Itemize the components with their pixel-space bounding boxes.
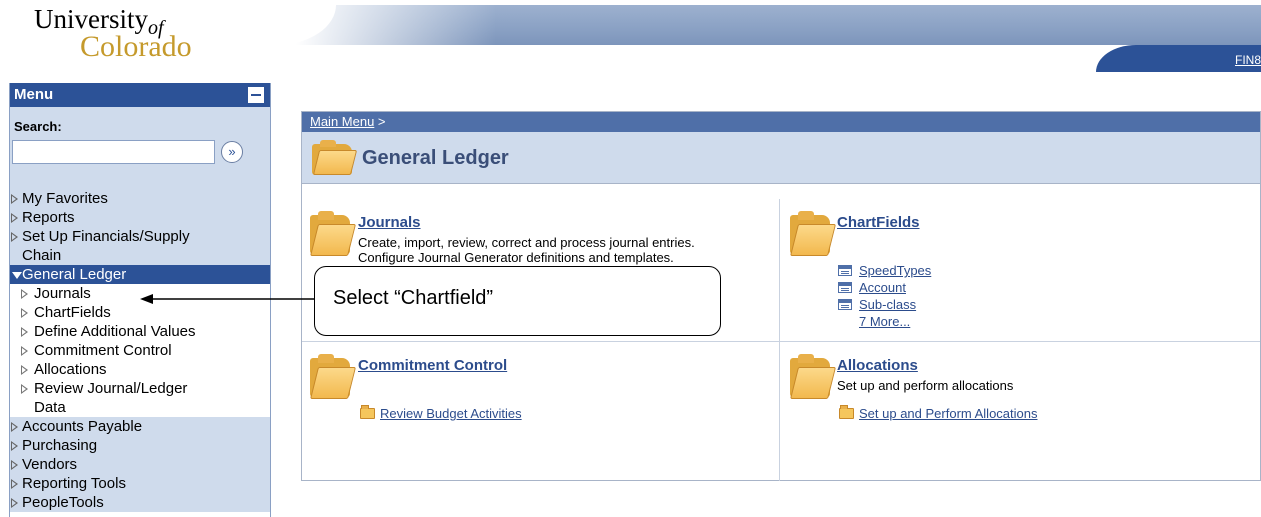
folder-icon bbox=[789, 211, 836, 257]
expand-icon bbox=[11, 213, 18, 223]
menu-header: Menu bbox=[10, 83, 270, 107]
expand-icon bbox=[11, 194, 18, 204]
expand-icon bbox=[11, 460, 18, 470]
expand-icon bbox=[11, 479, 18, 489]
account-link[interactable]: Account bbox=[859, 280, 906, 295]
chartfields-link[interactable]: ChartFields bbox=[837, 214, 920, 231]
menu-title: Menu bbox=[14, 86, 54, 103]
expand-icon bbox=[11, 422, 18, 432]
expand-icon bbox=[21, 327, 28, 337]
university-logo[interactable]: Universityof Colorado bbox=[8, 2, 258, 76]
search-go-icon[interactable]: » bbox=[221, 141, 243, 163]
breadcrumb-main-menu[interactable]: Main Menu bbox=[310, 114, 374, 129]
menu-search: Search: » bbox=[10, 107, 270, 189]
menu-item-peopletools[interactable]: PeopleTools bbox=[10, 493, 270, 512]
callout-text: Select “Chartfield” bbox=[333, 287, 494, 309]
page-icon bbox=[838, 265, 852, 276]
fin-link[interactable]: FIN8 bbox=[1235, 53, 1261, 67]
journals-link[interactable]: Journals bbox=[358, 214, 421, 231]
menu-pagelet: Menu Search: » My Favorites Reports Set … bbox=[9, 83, 271, 517]
expand-icon bbox=[21, 308, 28, 318]
system-tab: FIN8 bbox=[1096, 45, 1261, 72]
submenu-item-allocations[interactable]: Allocations bbox=[10, 360, 270, 379]
menu-item-setup-financials-cont[interactable]: Chain bbox=[10, 246, 270, 265]
folder-icon bbox=[309, 211, 356, 257]
page-title: General Ledger bbox=[362, 147, 509, 169]
menu-item-purchasing[interactable]: Purchasing bbox=[10, 436, 270, 455]
expand-icon bbox=[21, 289, 28, 299]
expand-icon bbox=[11, 498, 18, 508]
menu-item-reporting-tools[interactable]: Reporting Tools bbox=[10, 474, 270, 493]
search-label: Search: bbox=[14, 119, 62, 134]
menu-item-accounts-payable[interactable]: Accounts Payable bbox=[10, 417, 270, 436]
expand-icon bbox=[21, 346, 28, 356]
menu-item-general-ledger[interactable]: General Ledger bbox=[10, 265, 270, 284]
commitment-control-link[interactable]: Commitment Control bbox=[358, 357, 507, 374]
menu-list: My Favorites Reports Set Up Financials/S… bbox=[10, 189, 270, 512]
folder-icon bbox=[839, 405, 854, 419]
expand-icon bbox=[21, 365, 28, 375]
logo-line2: Colorado bbox=[80, 30, 192, 63]
setup-perform-allocations-link[interactable]: Set up and Perform Allocations bbox=[859, 406, 1038, 421]
folder-icon bbox=[312, 140, 357, 176]
expand-icon bbox=[21, 384, 28, 394]
sub-class-link[interactable]: Sub-class bbox=[859, 297, 916, 312]
page-icon bbox=[838, 299, 852, 310]
search-input[interactable] bbox=[12, 140, 215, 164]
journals-desc-1: Create, import, review, correct and proc… bbox=[358, 235, 695, 250]
header: Universityof Colorado FIN8 bbox=[0, 0, 1261, 82]
allocations-link[interactable]: Allocations bbox=[837, 357, 918, 374]
submenu-item-review-journal-ledger-cont[interactable]: Data bbox=[10, 398, 270, 417]
submenu-item-review-journal-ledger[interactable]: Review Journal/Ledger bbox=[10, 379, 270, 398]
grid-divider-horizontal bbox=[302, 341, 1260, 342]
collapse-arrow-icon bbox=[12, 272, 22, 279]
menu-item-setup-financials[interactable]: Set Up Financials/Supply bbox=[10, 227, 270, 246]
collapse-icon[interactable] bbox=[248, 87, 264, 103]
speedtypes-link[interactable]: SpeedTypes bbox=[859, 263, 931, 278]
breadcrumb: Main Menu > bbox=[302, 112, 1260, 132]
menu-item-vendors[interactable]: Vendors bbox=[10, 455, 270, 474]
journals-desc-2: Configure Journal Generator definitions … bbox=[358, 250, 674, 265]
submenu-item-chartfields[interactable]: ChartFields bbox=[10, 303, 270, 322]
menu-item-reports[interactable]: Reports bbox=[10, 208, 270, 227]
submenu-item-journals[interactable]: Journals bbox=[10, 284, 270, 303]
page-header: General Ledger bbox=[302, 132, 1260, 184]
callout-box: Select “Chartfield” bbox=[314, 266, 721, 336]
allocations-desc: Set up and perform allocations bbox=[837, 378, 1014, 393]
general-ledger-submenu: Journals ChartFields Define Additional V… bbox=[10, 284, 270, 417]
submenu-item-commitment-control[interactable]: Commitment Control bbox=[10, 341, 270, 360]
grid-divider-vertical bbox=[779, 199, 780, 481]
expand-icon bbox=[11, 232, 18, 242]
folder-icon bbox=[309, 354, 356, 400]
more-link[interactable]: 7 More... bbox=[859, 314, 910, 329]
folder-icon bbox=[789, 354, 836, 400]
expand-icon bbox=[11, 441, 18, 451]
review-budget-activities-link[interactable]: Review Budget Activities bbox=[380, 406, 522, 421]
menu-item-my-favorites[interactable]: My Favorites bbox=[10, 189, 270, 208]
page-icon bbox=[838, 282, 852, 293]
folder-icon bbox=[360, 405, 375, 419]
submenu-item-define-additional-values[interactable]: Define Additional Values bbox=[10, 322, 270, 341]
